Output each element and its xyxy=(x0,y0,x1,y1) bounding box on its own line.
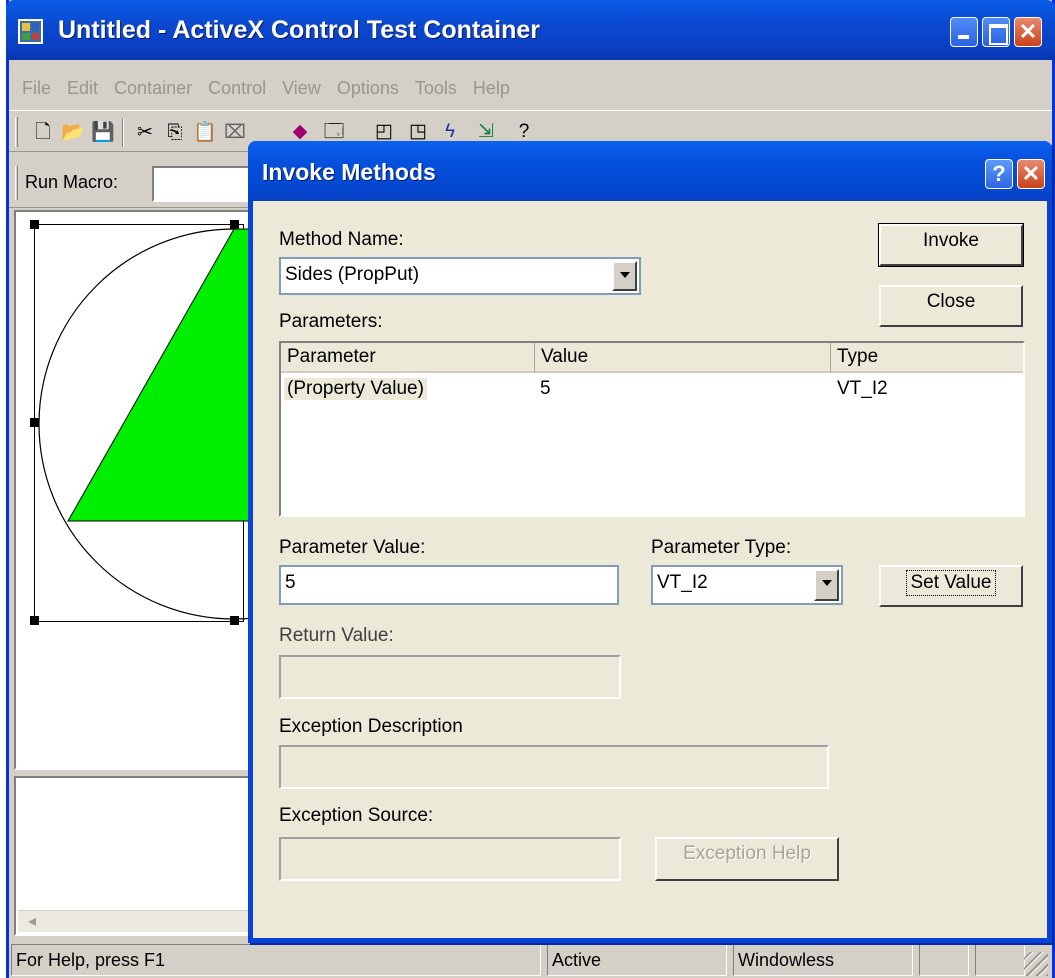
menu-file[interactable]: File xyxy=(14,72,59,104)
menu-options[interactable]: Options xyxy=(329,72,407,104)
control-triangle xyxy=(67,228,262,522)
status-mode: Active xyxy=(547,944,727,976)
open-folder-icon[interactable]: 📂 xyxy=(61,121,85,145)
parameters-label: Parameters: xyxy=(279,311,383,332)
cell-type: VT_I2 xyxy=(837,378,888,399)
menu-edit[interactable]: Edit xyxy=(59,72,106,104)
close-button[interactable]: Close xyxy=(879,285,1023,327)
close-window-button[interactable]: ✕ xyxy=(1014,17,1042,47)
chevron-down-icon[interactable] xyxy=(612,261,637,291)
horizontal-scrollbar[interactable]: ◂ xyxy=(18,910,248,932)
menu-control[interactable]: Control xyxy=(200,72,274,104)
control-canvas[interactable] xyxy=(14,210,262,770)
status-pane-empty xyxy=(919,944,969,976)
menu-tools[interactable]: Tools xyxy=(407,72,465,104)
delete-icon[interactable]: ⌧ xyxy=(223,121,247,145)
resize-handle[interactable] xyxy=(230,616,239,625)
scroll-left-icon[interactable]: ◂ xyxy=(22,913,42,931)
status-pane-empty xyxy=(975,944,1025,976)
menu-help[interactable]: Help xyxy=(465,72,518,104)
method-name-combo[interactable]: Sides (PropPut) xyxy=(279,257,641,295)
column-header-value[interactable]: Value xyxy=(535,343,831,373)
method-name-label: Method Name: xyxy=(279,229,404,250)
cell-parameter: (Property Value) xyxy=(284,378,427,400)
new-file-icon[interactable]: 🗋 xyxy=(31,121,55,145)
toolbar-grip[interactable] xyxy=(15,117,18,147)
parameter-type-label: Parameter Type: xyxy=(651,537,792,558)
parameters-list[interactable]: Parameter Value Type (Property Value) 5 … xyxy=(279,341,1025,517)
column-header-type[interactable]: Type xyxy=(831,343,1023,373)
invoke-button[interactable]: Invoke xyxy=(878,223,1024,267)
copy-icon[interactable]: ⎘ xyxy=(163,121,187,145)
paste-icon[interactable]: 📋 xyxy=(193,121,217,145)
window-title: Untitled - ActiveX Control Test Containe… xyxy=(58,16,540,44)
parameter-type-value: VT_I2 xyxy=(657,572,708,593)
close-dialog-button[interactable]: ✕ xyxy=(1017,159,1045,189)
status-windowing: Windowless xyxy=(733,944,913,976)
toolbar-separator xyxy=(122,119,124,147)
dialog-title: Invoke Methods xyxy=(262,159,436,185)
parameter-value-input[interactable]: 5 xyxy=(279,565,619,605)
exception-source-field xyxy=(279,837,621,881)
menu-view[interactable]: View xyxy=(274,72,329,104)
status-help-text: For Help, press F1 xyxy=(11,944,541,976)
list-header: Parameter Value Type xyxy=(281,343,1023,373)
exception-help-button[interactable]: Exception Help xyxy=(655,837,839,881)
save-icon[interactable]: 💾 xyxy=(91,121,115,145)
dialog-title-bar[interactable]: Invoke Methods ? ✕ xyxy=(248,141,1052,201)
cut-icon[interactable]: ✂ xyxy=(133,121,157,145)
run-macro-label: Run Macro: xyxy=(25,172,119,192)
chevron-down-icon[interactable] xyxy=(814,569,839,601)
exception-description-field xyxy=(279,745,829,789)
resize-handle[interactable] xyxy=(230,220,239,229)
set-value-button[interactable]: Set Value xyxy=(879,565,1023,607)
table-row[interactable]: (Property Value) 5 VT_I2 xyxy=(281,375,1023,405)
parameter-value-text: 5 xyxy=(285,572,296,593)
exception-source-label: Exception Source: xyxy=(279,805,434,826)
resize-handle[interactable] xyxy=(30,418,39,427)
resize-handle[interactable] xyxy=(30,220,39,229)
menu-bar: File Edit Container Control View Options… xyxy=(9,72,1052,104)
maximize-button[interactable] xyxy=(982,17,1010,47)
menu-container[interactable]: Container xyxy=(106,72,200,104)
return-value-field xyxy=(279,655,621,699)
app-icon xyxy=(18,19,43,44)
return-value-label: Return Value: xyxy=(279,625,394,646)
resize-grip-icon[interactable] xyxy=(1024,952,1048,976)
status-bar: For Help, press F1 Active Windowless xyxy=(9,938,1052,978)
output-pane[interactable]: ◂ xyxy=(14,776,259,936)
macro-bar-grip[interactable] xyxy=(15,166,18,200)
method-name-value: Sides (PropPut) xyxy=(285,264,420,285)
run-macro-combo[interactable] xyxy=(152,166,262,202)
parameter-type-combo[interactable]: VT_I2 xyxy=(651,565,843,605)
help-question-icon[interactable]: ? xyxy=(985,159,1013,189)
cell-value: 5 xyxy=(540,378,551,399)
resize-handle[interactable] xyxy=(30,616,39,625)
invoke-methods-dialog: Invoke Methods ? ✕ Method Name: Sides (P… xyxy=(248,141,1052,943)
exception-description-label: Exception Description xyxy=(279,716,463,737)
parameter-value-label: Parameter Value: xyxy=(279,537,426,558)
polygon-control[interactable] xyxy=(34,224,262,624)
main-title-bar[interactable]: Untitled - ActiveX Control Test Containe… xyxy=(6,0,1055,60)
column-header-parameter[interactable]: Parameter xyxy=(281,343,535,373)
minimize-button[interactable] xyxy=(950,17,978,47)
